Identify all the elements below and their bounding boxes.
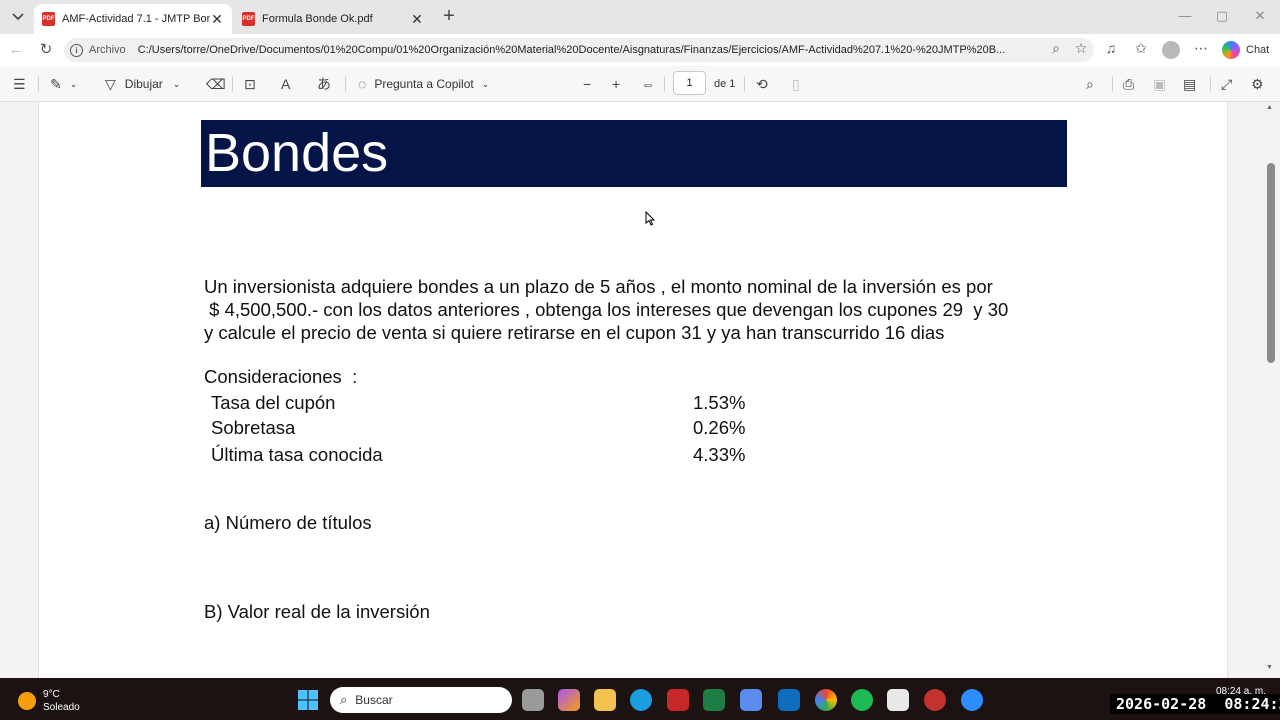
zoom-in-icon[interactable]: + bbox=[612, 74, 620, 94]
contents-icon[interactable]: ☰ bbox=[13, 74, 26, 94]
navigation-bar: ← ↻ i Archivo C:/Users/torre/OneDrive/Do… bbox=[0, 34, 1280, 66]
snipping-tool-icon[interactable] bbox=[887, 689, 909, 711]
scroll-up-icon[interactable]: ▲ bbox=[1266, 104, 1273, 111]
minimize-icon[interactable]: — bbox=[1176, 8, 1194, 23]
file-explorer-icon[interactable] bbox=[594, 689, 616, 711]
draw-icon: ▽ bbox=[105, 75, 116, 92]
read-aloud-icon[interactable]: ♫ bbox=[1102, 40, 1120, 56]
save-as-icon[interactable]: ▤ bbox=[1183, 74, 1196, 94]
pdf-file-icon: PDF bbox=[42, 12, 55, 26]
question-a: a) Número de títulos bbox=[204, 512, 372, 533]
problem-line-2: $ 4,500,500.- con los datos anteriores ,… bbox=[204, 299, 1009, 320]
mouse-pointer-icon bbox=[645, 211, 655, 226]
tab-formula-pdf[interactable]: PDF Formula Bonde Ok.pdf ✕ bbox=[234, 4, 432, 34]
weather-widget[interactable]: 9°C Soleado bbox=[18, 688, 80, 714]
tab-label: Formula Bonde Ok.pdf bbox=[262, 13, 373, 25]
address-bar[interactable]: i Archivo C:/Users/torre/OneDrive/Docume… bbox=[64, 38, 1094, 62]
favorites-icon[interactable]: ✩ bbox=[1132, 40, 1150, 57]
back-icon[interactable]: ← bbox=[6, 40, 26, 60]
highlight-button[interactable]: ✎ ⌄ bbox=[50, 74, 77, 94]
pdf-page bbox=[38, 102, 1228, 678]
temperature: 9°C bbox=[43, 689, 60, 700]
scroll-down-icon[interactable]: ▼ bbox=[1266, 664, 1273, 671]
copilot-outline-icon: ◌ bbox=[358, 76, 367, 92]
translate-icon[interactable]: あ bbox=[317, 74, 331, 94]
tab-actions-menu-icon[interactable] bbox=[8, 7, 28, 27]
refresh-icon[interactable]: ↻ bbox=[36, 40, 56, 60]
zoom-out-icon[interactable]: − bbox=[583, 74, 591, 94]
chat-label: Chat bbox=[1246, 44, 1270, 56]
page-total: de 1 bbox=[714, 78, 736, 90]
calculator-icon[interactable] bbox=[740, 689, 762, 711]
spotify-icon[interactable] bbox=[851, 689, 873, 711]
profile-avatar[interactable] bbox=[1162, 41, 1180, 59]
pdf-toolbar: ☰ ✎ ⌄ ▽ Dibujar ⌄ ⌫ ⊡ A あ ◌ Pregunta a Co… bbox=[0, 66, 1280, 102]
info-icon[interactable]: i bbox=[70, 43, 83, 57]
favorite-star-icon[interactable]: ☆ bbox=[1072, 40, 1090, 57]
search-icon[interactable]: ⌕ bbox=[1086, 74, 1094, 94]
search-placeholder: Buscar bbox=[355, 693, 393, 707]
taskbar-search[interactable]: ⌕ Buscar bbox=[330, 687, 512, 713]
recording-timestamp: 2026-02-28 08:24:30 bbox=[1110, 694, 1280, 714]
zoom-icon[interactable]: ⌕ bbox=[1047, 40, 1065, 57]
maximize-icon[interactable]: ▢ bbox=[1213, 8, 1231, 24]
read-aloud-text-icon[interactable]: A bbox=[281, 74, 290, 94]
print-icon[interactable]: ⎙ bbox=[1123, 74, 1134, 94]
tab-active-pdf[interactable]: PDF AMF-Actividad 7.1 - JMTP Bonde ✕ bbox=[34, 4, 232, 34]
rotate-icon[interactable]: ⟲ bbox=[756, 74, 768, 94]
copilot-label: Pregunta a Copilot bbox=[374, 77, 474, 91]
scroll-thumb[interactable] bbox=[1267, 163, 1275, 363]
tab-label: AMF-Actividad 7.1 - JMTP Bonde bbox=[62, 13, 210, 25]
mcafee-icon[interactable] bbox=[667, 689, 689, 711]
consideration-label: Tasa del cupón bbox=[211, 392, 336, 413]
sun-icon bbox=[18, 692, 36, 710]
draw-label: Dibujar bbox=[124, 77, 163, 91]
address-scheme-label: Archivo bbox=[89, 44, 126, 56]
eraser-icon[interactable]: ⌫ bbox=[206, 74, 226, 94]
edge-browser-icon[interactable] bbox=[630, 689, 652, 711]
save-icon[interactable]: ▣ bbox=[1153, 74, 1166, 94]
close-window-icon[interactable]: ✕ bbox=[1251, 8, 1269, 24]
copilot-app-icon[interactable] bbox=[558, 689, 580, 711]
copilot-icon bbox=[1222, 41, 1240, 59]
close-tab-icon[interactable]: ✕ bbox=[410, 11, 424, 28]
text-box-icon[interactable]: ⊡ bbox=[244, 74, 256, 94]
address-url[interactable]: C:/Users/torre/OneDrive/Documentos/01%20… bbox=[138, 44, 1043, 56]
close-tab-icon[interactable]: ✕ bbox=[210, 11, 224, 28]
consideration-value: 1.53% bbox=[693, 392, 746, 413]
question-b: B) Valor real de la inversión bbox=[204, 601, 430, 622]
fullscreen-icon[interactable]: ⤢ bbox=[1221, 74, 1232, 94]
zoom-app-icon[interactable] bbox=[961, 689, 983, 711]
new-tab-icon[interactable]: + bbox=[440, 6, 458, 27]
pdf-file-icon: PDF bbox=[242, 12, 255, 26]
draw-button[interactable]: ▽ Dibujar ⌄ bbox=[105, 74, 180, 94]
problem-line-3: y calcule el precio de venta si quiere r… bbox=[204, 322, 945, 343]
outlook-icon[interactable] bbox=[778, 689, 800, 711]
excel-icon[interactable] bbox=[703, 689, 725, 711]
tab-strip: PDF AMF-Actividad 7.1 - JMTP Bonde ✕ PDF… bbox=[0, 0, 1280, 34]
fit-width-icon[interactable]: ⇔ bbox=[641, 74, 655, 94]
title-banner: Bondes bbox=[201, 120, 1067, 187]
task-view-icon[interactable] bbox=[522, 689, 544, 711]
ask-copilot-button[interactable]: ◌ Pregunta a Copilot ⌄ bbox=[358, 74, 489, 94]
document-title: Bondes bbox=[205, 123, 389, 183]
page-number-input[interactable]: 1 bbox=[673, 71, 706, 95]
powerpoint-icon[interactable] bbox=[924, 689, 946, 711]
considerations-heading: Consideraciones : bbox=[204, 366, 358, 387]
more-options-icon[interactable]: ⋯ bbox=[1192, 40, 1210, 57]
chrome-icon[interactable] bbox=[815, 689, 837, 711]
pdf-viewer[interactable] bbox=[0, 102, 1280, 678]
weather-condition: Soleado bbox=[43, 702, 80, 713]
consideration-label: Sobretasa bbox=[211, 417, 296, 438]
windows-start-icon[interactable] bbox=[297, 689, 319, 711]
consideration-value: 4.33% bbox=[693, 444, 746, 465]
problem-line-1: Un inversionista adquiere bondes a un pl… bbox=[204, 276, 993, 297]
consideration-label: Última tasa conocida bbox=[211, 444, 383, 465]
search-icon: ⌕ bbox=[340, 692, 348, 707]
copilot-chat-button[interactable]: Chat bbox=[1222, 40, 1269, 60]
settings-gear-icon[interactable]: ⚙ bbox=[1251, 74, 1264, 94]
page-view-icon[interactable]: ▯ bbox=[792, 74, 800, 94]
consideration-value: 0.26% bbox=[693, 417, 746, 438]
